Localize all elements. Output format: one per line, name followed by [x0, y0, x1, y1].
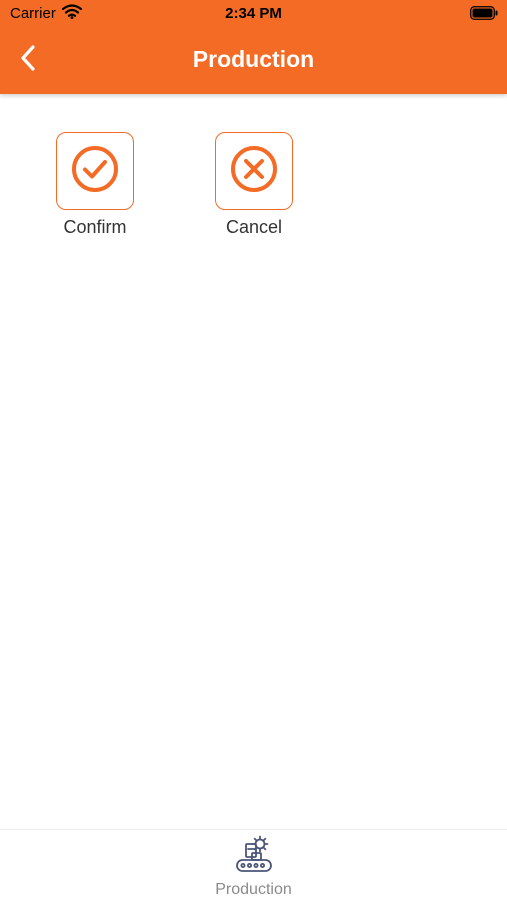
x-circle-icon: [229, 144, 279, 199]
page-title: Production: [192, 46, 315, 72]
status-bar: Carrier 2:34 PM: [0, 0, 507, 28]
confirm-tile[interactable]: [56, 132, 134, 210]
cancel-tile[interactable]: [215, 132, 293, 210]
status-time: 2:34 PM: [225, 5, 282, 22]
nav-bar: Production: [0, 28, 507, 94]
cancel-button[interactable]: Cancel: [204, 132, 304, 238]
tab-production-label: Production: [215, 881, 292, 898]
app-header: Carrier 2:34 PM Production: [0, 0, 507, 94]
check-circle-icon: [70, 144, 120, 199]
tab-bar: Production: [0, 829, 507, 900]
conveyor-robot-icon: [193, 834, 314, 879]
tab-production[interactable]: Production: [193, 834, 314, 899]
action-grid: Confirm Cancel: [0, 132, 507, 252]
cancel-label: Cancel: [225, 217, 283, 237]
confirm-button[interactable]: Confirm: [45, 132, 145, 238]
battery-icon: [470, 6, 498, 25]
confirm-label: Confirm: [63, 217, 127, 237]
